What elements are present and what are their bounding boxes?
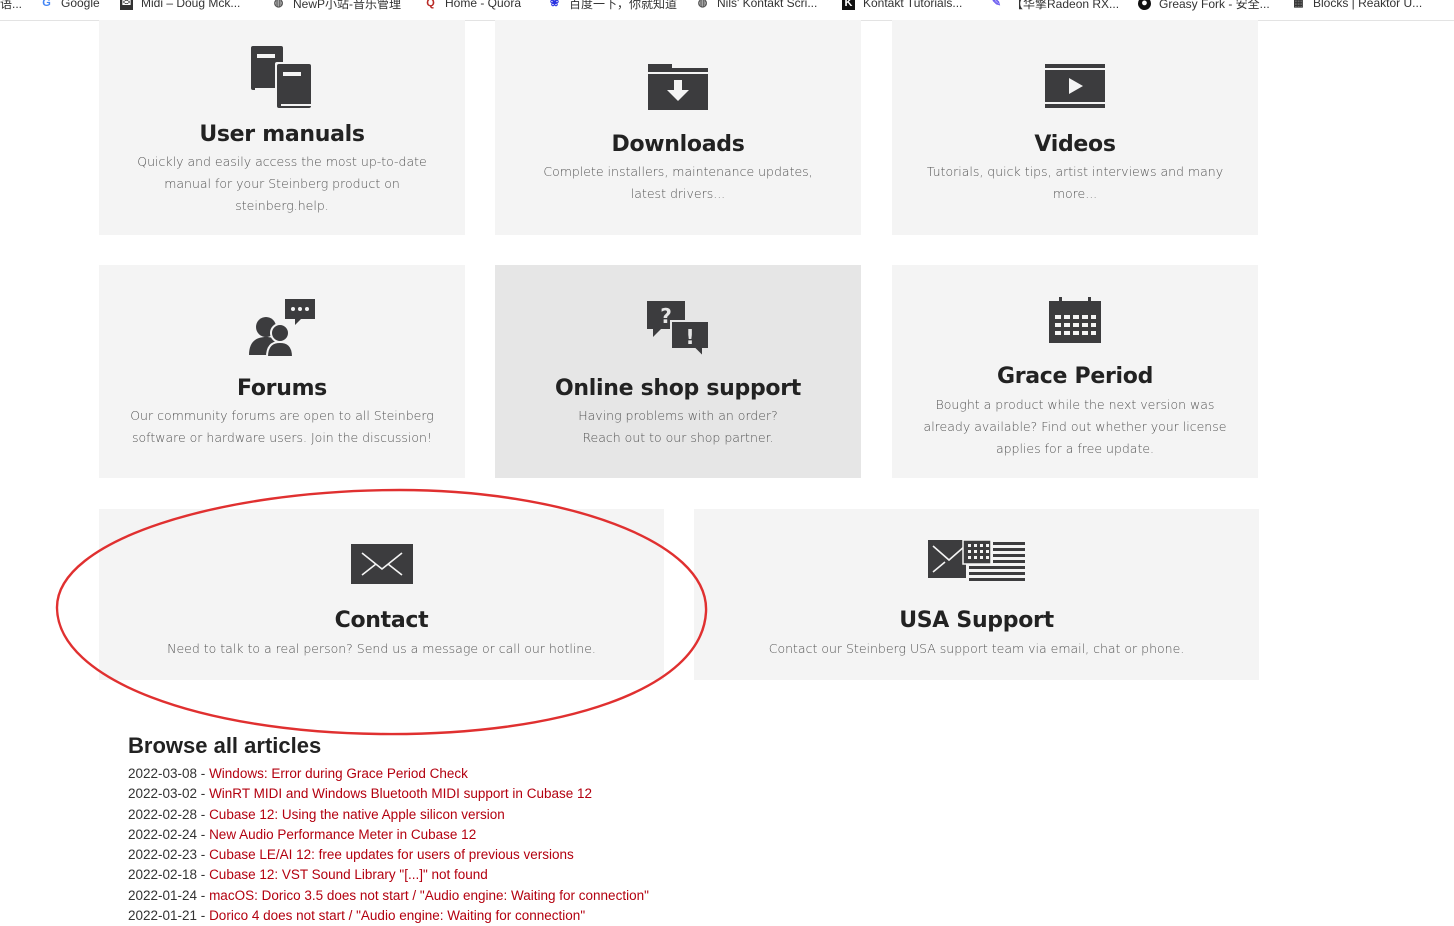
bookmark-item[interactable]: ● Greasy Fork - 安全... bbox=[1138, 0, 1270, 12]
article-date: 2022-02-24 - bbox=[128, 826, 210, 842]
card-title: Grace Period bbox=[996, 364, 1154, 389]
article-link[interactable]: macOS: Dorico 3.5 does not start / "Audi… bbox=[209, 888, 649, 903]
browse-articles-section: Browse all articles 2022-03-08 - Windows… bbox=[128, 733, 649, 926]
bookmark-item[interactable]: G Google bbox=[40, 0, 99, 12]
bookmark-item[interactable]: ▦ Blocks | Reaktor U... bbox=[1292, 0, 1422, 12]
article-item: 2022-02-23 - Cubase LE/AI 12: free updat… bbox=[128, 845, 649, 865]
article-item: 2022-02-28 - Cubase 12: Using the native… bbox=[128, 805, 649, 825]
mail-icon: ✉ bbox=[120, 0, 133, 10]
article-date: 2022-03-02 - bbox=[128, 786, 210, 802]
article-link[interactable]: Cubase 12: Using the native Apple silico… bbox=[209, 807, 505, 822]
article-link[interactable]: New Audio Performance Meter in Cubase 12 bbox=[209, 827, 476, 842]
article-date: 2022-02-18 - bbox=[128, 867, 210, 883]
card-description: Need to talk to a real person? Send us a… bbox=[167, 641, 596, 656]
card-title: Forums bbox=[237, 376, 327, 401]
bookmarks-bar: 语... G Google ✉ Midi – Doug Mck... ◍ NewP小站… bbox=[0, 0, 1454, 21]
globe-icon: ◍ bbox=[697, 0, 708, 9]
video-play-icon bbox=[1045, 64, 1105, 108]
google-icon: G bbox=[42, 0, 51, 9]
article-link[interactable]: WinRT MIDI and Windows Bluetooth MIDI su… bbox=[209, 786, 592, 801]
card-description: Having problems with an order? Reach out… bbox=[578, 408, 778, 445]
article-item: 2022-03-08 - Windows: Error during Grace… bbox=[128, 764, 649, 784]
article-item: 2022-03-02 - WinRT MIDI and Windows Blue… bbox=[128, 784, 649, 804]
article-date: 2022-03-08 - bbox=[128, 766, 210, 781]
card-description: Contact our Steinberg USA support team v… bbox=[768, 641, 1185, 656]
article-link[interactable]: Dorico 4 does not start / "Audio engine:… bbox=[209, 908, 585, 923]
forum-users-icon bbox=[249, 299, 315, 358]
card-description: Bought a product while the next version … bbox=[923, 397, 1227, 456]
usa-flag-envelope-icon bbox=[927, 539, 1025, 581]
card-description: Complete installers, maintenance updates… bbox=[543, 164, 813, 201]
card-downloads[interactable]: Downloads Complete installers, maintenan… bbox=[495, 20, 861, 235]
bookmark-item[interactable]: 语... bbox=[0, 0, 22, 12]
card-description: Our community forums are open to all Ste… bbox=[130, 408, 434, 445]
card-description: Tutorials, quick tips, artist interviews… bbox=[926, 164, 1224, 201]
pen-icon: ✎ bbox=[991, 0, 1002, 9]
card-forums[interactable]: Forums Our community forums are open to … bbox=[99, 265, 465, 478]
articles-heading: Browse all articles bbox=[128, 733, 322, 758]
card-title: Contact bbox=[334, 608, 429, 633]
card-title: Videos bbox=[1034, 132, 1116, 157]
card-user-manuals[interactable]: User manuals Quickly and easily access t… bbox=[99, 20, 465, 235]
bookmark-item[interactable]: ❀ 百度一下，你就知道 bbox=[548, 0, 677, 12]
bookmark-item[interactable]: ✎ 【华擎Radeon RX... bbox=[990, 0, 1119, 12]
card-videos[interactable]: Videos Tutorials, quick tips, artist int… bbox=[892, 20, 1258, 235]
article-link[interactable]: Cubase LE/AI 12: free updates for users … bbox=[209, 847, 574, 862]
paw-icon: ❀ bbox=[549, 0, 560, 9]
card-contact[interactable]: Contact Need to talk to a real person? S… bbox=[99, 509, 664, 680]
article-link[interactable]: Windows: Error during Grace Period Check bbox=[209, 766, 468, 781]
envelope-icon bbox=[350, 544, 413, 584]
article-item: 2022-01-24 - macOS: Dorico 3.5 does not … bbox=[128, 886, 649, 906]
card-usa-support[interactable]: USA Support Contact our Steinberg USA su… bbox=[694, 509, 1259, 680]
download-folder-icon bbox=[648, 64, 708, 110]
article-item: 2022-02-24 - New Audio Performance Meter… bbox=[128, 825, 649, 845]
card-online-shop-support[interactable]: ? ! Online shop support Having problems … bbox=[495, 265, 861, 478]
bookmark-item[interactable]: Q Home - Quora bbox=[424, 0, 521, 12]
article-date: 2022-02-23 - bbox=[128, 847, 210, 863]
bookmark-item[interactable]: ◍ NewP小站-音乐管理 bbox=[272, 0, 401, 12]
card-title: Downloads bbox=[611, 132, 745, 157]
card-grace-period[interactable]: Grace Period Bought a product while the … bbox=[892, 265, 1258, 478]
quora-icon: Q bbox=[426, 0, 435, 9]
article-date: 2022-01-21 - bbox=[128, 908, 210, 924]
card-title: User manuals bbox=[199, 122, 365, 147]
kontakt-icon: K bbox=[842, 0, 855, 10]
monkey-icon: ● bbox=[1138, 0, 1151, 10]
calendar-icon bbox=[1049, 297, 1101, 343]
article-date: 2022-01-24 - bbox=[128, 887, 210, 903]
card-title: Online shop support bbox=[554, 376, 801, 401]
article-date: 2022-02-28 - bbox=[128, 806, 210, 822]
bookmark-item[interactable]: K Kontakt Tutorials... bbox=[842, 0, 962, 12]
article-item: 2022-01-21 - Dorico 4 does not start / "… bbox=[128, 906, 649, 926]
globe-icon: ◍ bbox=[273, 0, 284, 9]
card-title: USA Support bbox=[899, 608, 1054, 633]
bookmark-item[interactable]: ✉ Midi – Doug Mck... bbox=[120, 0, 240, 12]
question-exclamation-icon: ? ! bbox=[647, 301, 710, 360]
blocks-icon: ▦ bbox=[1293, 0, 1304, 9]
article-item: 2022-02-18 - Cubase 12: VST Sound Librar… bbox=[128, 865, 649, 885]
svg-text:!: ! bbox=[685, 325, 694, 349]
bookmark-item[interactable]: ◍ Nils' Kontakt Scri... bbox=[696, 0, 818, 12]
article-link[interactable]: Cubase 12: VST Sound Library "[...]" not… bbox=[209, 867, 488, 882]
manuals-icon bbox=[251, 46, 311, 108]
card-description: Quickly and easily access the most up-to… bbox=[137, 154, 427, 213]
